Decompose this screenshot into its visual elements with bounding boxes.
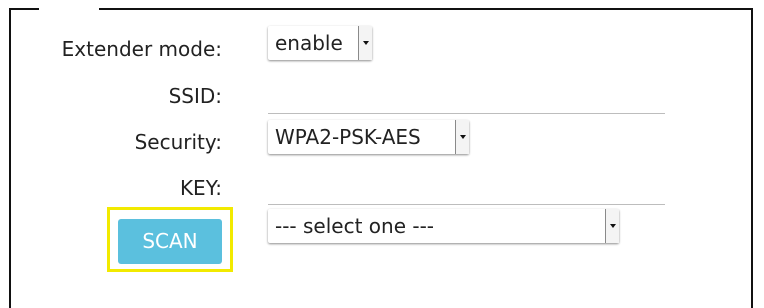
fieldset-legend-fragment [39, 2, 99, 16]
ssid-label: SSID: [168, 84, 222, 108]
security-value: WPA2-PSK-AES [275, 125, 421, 149]
network-select[interactable]: --- select one --- [268, 209, 619, 243]
extender-mode-value: enable [275, 31, 343, 55]
chevron-down-icon [605, 209, 619, 243]
key-input[interactable] [268, 174, 665, 205]
chevron-down-icon [358, 26, 372, 60]
ssid-input[interactable] [268, 83, 665, 114]
scan-button[interactable]: SCAN [118, 219, 222, 264]
extender-mode-label: Extender mode: [61, 37, 222, 61]
chevron-down-icon [455, 120, 469, 154]
network-select-value: --- select one --- [275, 214, 435, 238]
security-label: Security: [134, 130, 222, 154]
key-label: KEY: [179, 176, 222, 200]
security-select[interactable]: WPA2-PSK-AES [268, 120, 469, 154]
extender-mode-select[interactable]: enable [268, 26, 372, 60]
